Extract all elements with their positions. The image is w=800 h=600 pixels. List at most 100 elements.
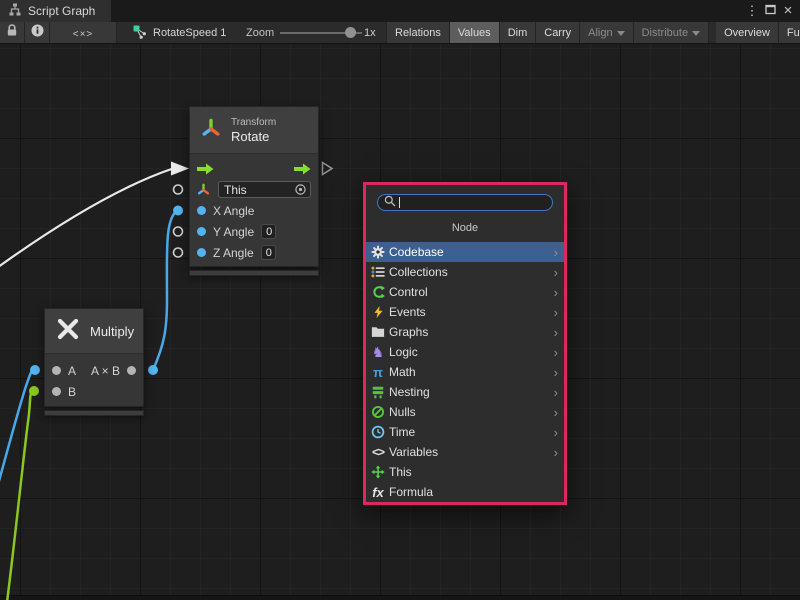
rotate-this-port-ring[interactable] [174,185,183,194]
wire-green-into-b [7,391,33,600]
toolbar-button-carry[interactable]: Carry [536,22,580,44]
x-angle-row: X Angle [190,200,318,221]
graph-canvas[interactable]: Transform Rotate This [0,44,800,600]
popup-item-nulls[interactable]: Nulls› [366,402,564,422]
x-angle-port[interactable] [197,206,206,215]
flow-out-arrow-icon[interactable] [294,163,311,175]
graph-reference-breadcrumb[interactable]: RotateSpeed 1 [133,22,226,44]
popup-item-label: Variables [389,445,554,459]
fuzzy-finder-popup: Node Codebase›Collections›Control›Events… [363,182,567,505]
node-title: Multiply [90,324,134,339]
popup-item-control[interactable]: Control› [366,282,564,302]
y-angle-input[interactable]: 0 [261,224,276,239]
graph-toolbar: <×> RotateSpeed 1 Zoom 1x RelationsValue… [0,22,800,44]
toolbar-button-label: Dim [508,27,528,39]
z-angle-input[interactable]: 0 [261,245,276,260]
multiply-out-port-dot[interactable] [148,365,158,375]
a-label: A [68,364,76,378]
rotate-zangle-port-ring[interactable] [174,248,183,257]
popup-item-label: Time [389,425,554,439]
popup-item-label: Events [389,305,554,319]
lock-button[interactable] [0,22,25,44]
axb-output-port[interactable] [127,366,136,375]
multiply-a-port-dot[interactable] [30,365,40,375]
popup-item-label: This [389,465,560,479]
b-input-port[interactable] [52,387,61,396]
toolbar-buttons: RelationsValuesDimCarryAlignDistributeOv… [386,22,800,44]
variables-icon: <> [370,444,386,460]
z-angle-port[interactable] [197,248,206,257]
zoom-slider-knob[interactable] [345,27,356,38]
fx-icon: fx [370,484,386,500]
toolbar-button-overview[interactable]: Overview [716,22,779,44]
multiply-b-row: B [45,381,143,402]
text-caret [399,197,400,208]
object-picker-icon[interactable] [294,183,307,196]
popup-item-time[interactable]: Time› [366,422,564,442]
toolbar-button-full-screen[interactable]: Full Screen [779,22,800,44]
chevron-right-icon: › [554,446,558,459]
rotate-node-header: Transform Rotate [190,107,318,154]
popup-item-events[interactable]: Events› [366,302,564,322]
popup-item-nesting[interactable]: Nesting› [366,382,564,402]
rotate-xangle-port-dot[interactable] [173,206,183,216]
toolbar-button-relations[interactable]: Relations [387,22,450,44]
toolbar-button-label: Relations [395,27,441,39]
multiply-a-row: A A × B [45,360,143,381]
popup-item-this[interactable]: This [366,462,564,482]
popup-item-math[interactable]: πMath› [366,362,564,382]
chevron-right-icon: › [554,286,558,299]
transform-mini-icon [197,183,211,196]
move-icon [370,464,386,480]
null-icon [370,404,386,420]
popup-item-collections[interactable]: Collections› [366,262,564,282]
toolbar-button-values[interactable]: Values [450,22,500,44]
multiply-node[interactable]: Multiply A A × B B [44,308,144,416]
unity-visual-scripting-window: Script Graph ⋮ × <×> RotateSpeed 1 Zoom 1… [0,0,800,600]
info-button[interactable] [25,22,50,44]
clock-icon [370,424,386,440]
this-object-field[interactable]: This [218,181,311,198]
chevron-right-icon: › [554,346,558,359]
y-angle-port[interactable] [197,227,206,236]
popup-item-formula[interactable]: fxFormula [366,482,564,502]
window-menu-button[interactable]: ⋮ [743,0,761,22]
tab-script-graph[interactable]: Script Graph [0,0,111,22]
chevron-right-icon: › [554,266,558,279]
rotate-yangle-port-ring[interactable] [174,227,183,236]
search-field[interactable] [377,194,553,211]
popup-item-label: Logic [389,345,554,359]
chevron-right-icon: › [554,426,558,439]
chevron-right-icon: › [554,246,558,259]
multiply-b-port-dot[interactable] [29,386,39,396]
pi-icon: π [370,364,386,380]
rotate-node[interactable]: Transform Rotate This [189,106,319,276]
window-close-button[interactable]: × [779,0,797,22]
wire-blue-into-a [0,370,34,492]
lock-icon [6,24,18,42]
search-bar [366,185,564,215]
chevron-right-icon: › [554,366,558,379]
tab-bar: Script Graph ⋮ × [0,0,800,22]
popup-header: Node [366,215,564,242]
popup-item-graphs[interactable]: Graphs› [366,322,564,342]
control-icon [370,284,386,300]
close-icon: × [784,2,793,20]
popup-item-label: Collections [389,265,554,279]
a-input-port[interactable] [52,366,61,375]
node-footer [189,270,319,276]
window-maximize-button[interactable] [761,0,779,22]
toolbar-button-align: Align [580,22,633,44]
toolbar-button-label: Values [458,27,491,39]
toolbar-button-dim[interactable]: Dim [500,22,537,44]
popup-item-variables[interactable]: <>Variables› [366,442,564,462]
node-search-input[interactable] [403,197,546,209]
zoom-value: 1x [364,22,376,44]
knight-icon: ♞ [370,344,386,360]
popup-item-codebase[interactable]: Codebase› [366,242,564,262]
flow-in-arrow-icon[interactable] [197,163,214,175]
nesting-icon [370,384,386,400]
graph-asset-icon [133,25,147,42]
code-button[interactable]: <×> [50,22,117,44]
popup-item-logic[interactable]: ♞Logic› [366,342,564,362]
